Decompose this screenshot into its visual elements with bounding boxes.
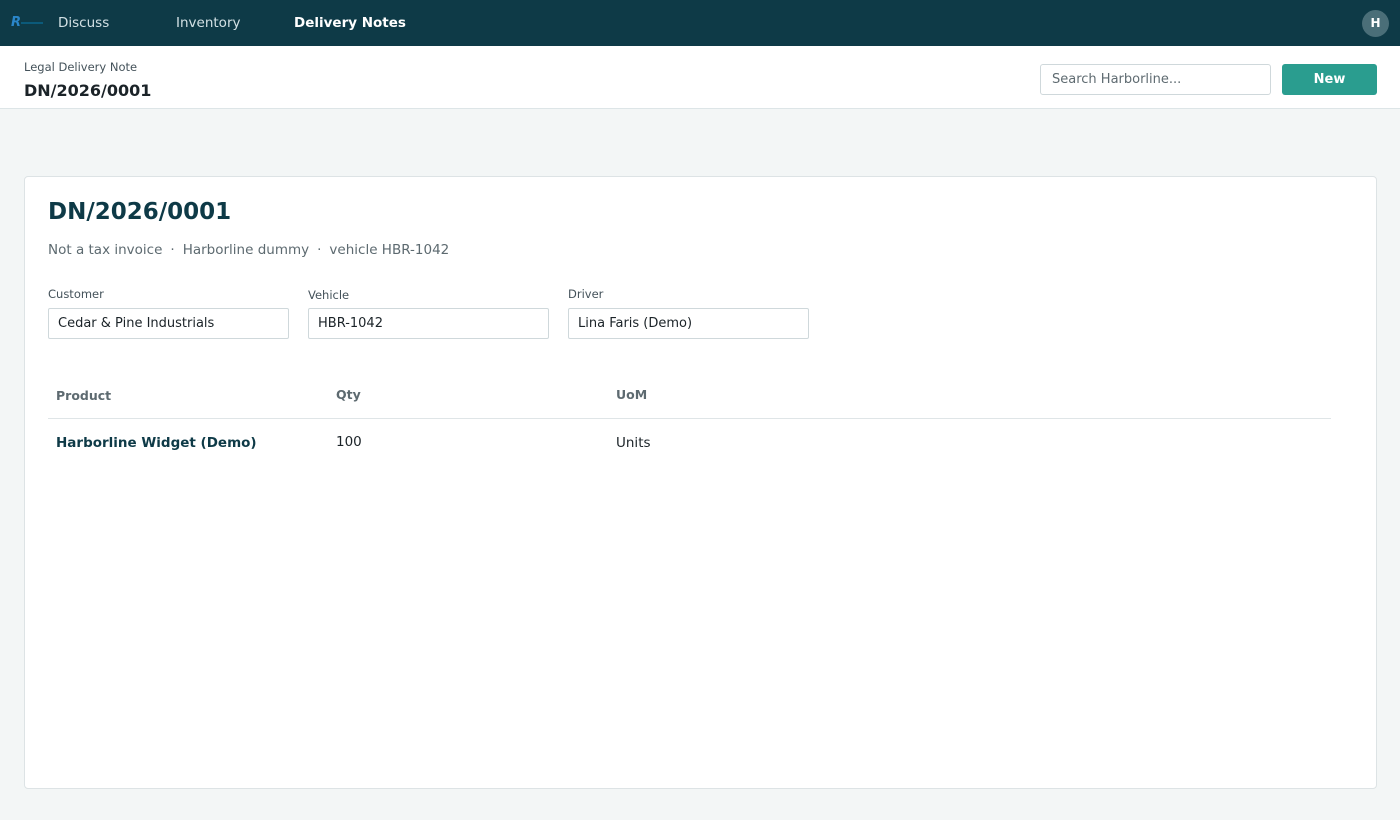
delivery-note-sheet: DN/2026/0001 Not a tax invoice · Harborlin…: [24, 176, 1377, 789]
cell-qty[interactable]: 100: [336, 434, 362, 450]
meta-separator: ·: [170, 242, 175, 258]
breadcrumb[interactable]: Legal Delivery Note: [24, 60, 137, 74]
column-header-uom[interactable]: UoM: [616, 387, 647, 402]
record-title: DN/2026/0001: [24, 81, 152, 100]
svg-text:R: R: [11, 15, 21, 30]
vehicle-label: Vehicle: [308, 288, 350, 302]
table-divider: [48, 418, 1331, 419]
nav-delivery-notes[interactable]: Delivery Notes: [294, 15, 406, 31]
meta-vehicle: vehicle HBR-1042: [329, 242, 450, 258]
search-input[interactable]: [1040, 64, 1271, 95]
driver-label: Driver: [568, 287, 604, 301]
new-button[interactable]: New: [1282, 64, 1377, 95]
meta-tax-note: Not a tax invoice: [48, 242, 163, 258]
column-header-qty[interactable]: Qty: [336, 387, 361, 402]
user-avatar[interactable]: H: [1362, 10, 1389, 37]
customer-label: Customer: [48, 287, 104, 301]
driver-field[interactable]: [568, 308, 809, 339]
document-meta: Not a tax invoice · Harborline dummy · vehic…: [48, 242, 449, 258]
meta-company: Harborline dummy: [182, 242, 310, 258]
vehicle-field[interactable]: [308, 308, 549, 339]
meta-separator: ·: [317, 242, 322, 258]
nav-inventory[interactable]: Inventory: [176, 15, 240, 31]
control-panel: Legal Delivery Note DN/2026/0001 New: [0, 46, 1400, 109]
harborline-logo-icon[interactable]: R: [11, 13, 45, 33]
top-navbar: R Discuss Inventory Delivery Notes H: [0, 0, 1400, 46]
nav-discuss[interactable]: Discuss: [58, 15, 109, 31]
cell-product[interactable]: Harborline Widget (Demo): [56, 435, 257, 451]
column-header-product[interactable]: Product: [56, 388, 111, 403]
cell-uom[interactable]: Units: [616, 435, 651, 451]
customer-field[interactable]: [48, 308, 289, 339]
document-title: DN/2026/0001: [48, 199, 232, 225]
